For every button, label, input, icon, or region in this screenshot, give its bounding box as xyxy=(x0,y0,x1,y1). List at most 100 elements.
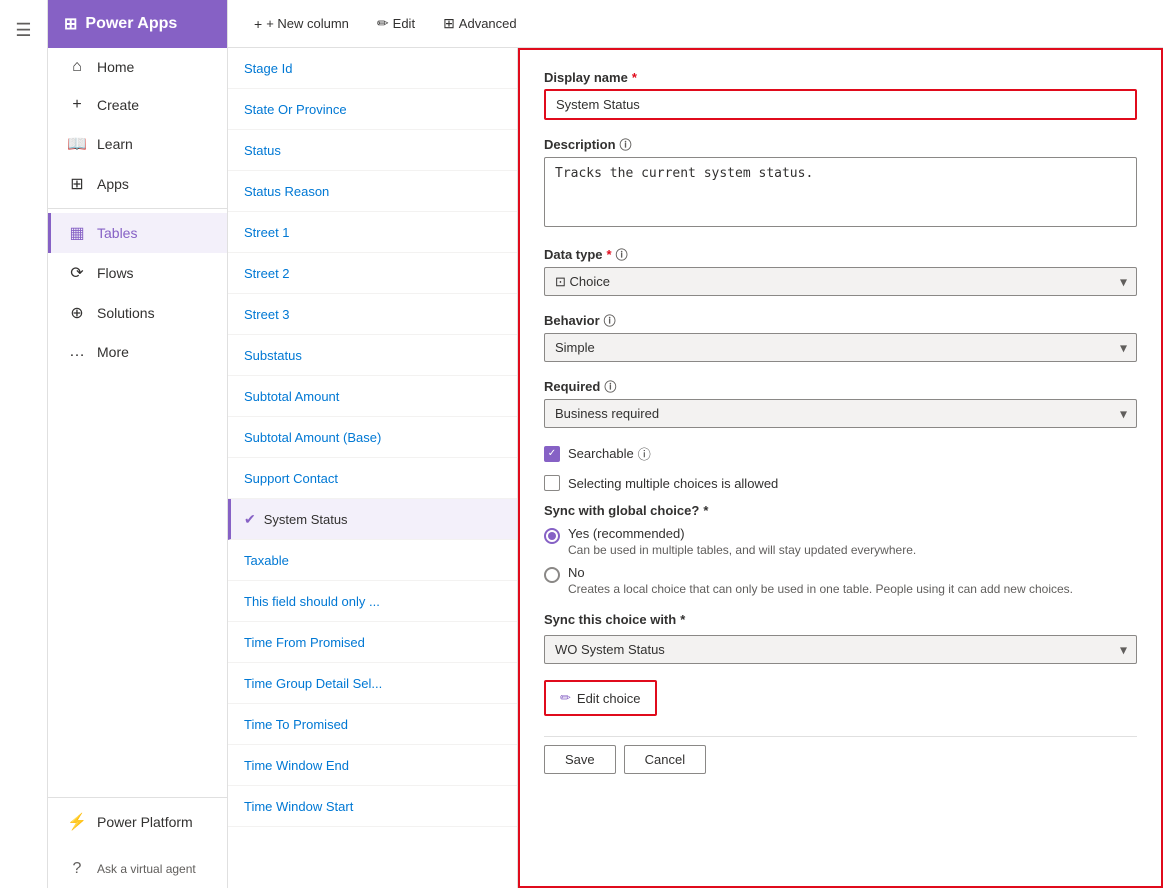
required-select[interactable]: Business required Optional Business reco… xyxy=(544,399,1137,428)
table-row[interactable]: Status Reason ⋮ xyxy=(228,171,517,212)
app-title-bar: ⊞ Power Apps xyxy=(48,0,227,48)
no-radio-content: No Creates a local choice that can only … xyxy=(568,565,1073,596)
multiple-choices-row: Selecting multiple choices is allowed xyxy=(544,475,1137,491)
pencil-icon: ✏ xyxy=(560,690,571,706)
apps-icon: ⊞ xyxy=(67,174,87,194)
table-row[interactable]: Time To Promised ⋮ xyxy=(228,704,517,745)
sidebar-item-label-apps: Apps xyxy=(97,176,129,192)
sidebar-item-flows[interactable]: ⟳ Flows xyxy=(48,253,227,293)
table-row[interactable]: Time From Promised ⋮ xyxy=(228,622,517,663)
behavior-select-wrapper: Simple ▾ xyxy=(544,333,1137,362)
data-type-info-icon: ⓘ xyxy=(616,246,628,263)
required-group: Required ⓘ Business required Optional Bu… xyxy=(544,378,1137,428)
form-footer: Save Cancel xyxy=(544,736,1137,774)
table-row[interactable]: Street 3 ⋮ xyxy=(228,294,517,335)
new-column-button[interactable]: + + New column xyxy=(244,10,359,38)
table-row[interactable]: Street 1 ⋮ xyxy=(228,212,517,253)
sidebar-item-apps[interactable]: ⊞ Apps xyxy=(48,164,227,204)
table-row[interactable]: Taxable ⋮ xyxy=(228,540,517,581)
sync-choice-select-wrapper: WO System Status ▾ xyxy=(544,635,1137,664)
advanced-button[interactable]: ⊞ Advanced xyxy=(433,9,527,38)
yes-radio-row: Yes (recommended) Can be used in multipl… xyxy=(544,526,1137,557)
cancel-button[interactable]: Cancel xyxy=(624,745,706,774)
sidebar-item-label-home: Home xyxy=(97,59,134,75)
table-row[interactable]: State Or Province ⋮ xyxy=(228,89,517,130)
check-circle-icon: ✔ xyxy=(244,511,256,528)
right-panel: Display name * Description ⓘ Tracks the … xyxy=(518,48,1163,888)
hamburger-menu[interactable]: ☰ xyxy=(4,10,44,50)
required-label: Required ⓘ xyxy=(544,378,1137,395)
flows-icon: ⟳ xyxy=(67,263,87,283)
sidebar-item-learn[interactable]: 📖 Learn xyxy=(48,124,227,164)
searchable-checkbox[interactable]: ✓ xyxy=(544,446,560,462)
sidebar-item-power-platform[interactable]: ⚡ Power Platform xyxy=(48,802,227,842)
edit-button[interactable]: ✏ Edit xyxy=(367,9,425,38)
required-star: * xyxy=(607,247,612,262)
sidebar-item-label-flows: Flows xyxy=(97,265,134,281)
table-row[interactable]: Time Window End ⋮ xyxy=(228,745,517,786)
solutions-icon: ⊕ xyxy=(67,303,87,323)
edit-label: Edit xyxy=(393,16,415,31)
table-row[interactable]: Support Contact ⋮ xyxy=(228,458,517,499)
no-radio-button[interactable] xyxy=(544,567,560,583)
data-type-select-wrapper: ⊡ Choice ▾ xyxy=(544,267,1137,296)
sidebar-item-solutions[interactable]: ⊕ Solutions xyxy=(48,293,227,333)
sidebar-item-tables[interactable]: ▦ Tables xyxy=(48,213,227,253)
content-split: Stage Id ⋮ State Or Province ⋮ Status ⋮ … xyxy=(228,48,1163,888)
behavior-select[interactable]: Simple xyxy=(544,333,1137,362)
sync-global-title: Sync with global choice? * xyxy=(544,503,1137,518)
power-platform-icon: ⚡ xyxy=(67,812,87,832)
table-row-system-status[interactable]: ✔ System Status ⋮ xyxy=(228,499,517,540)
learn-icon: 📖 xyxy=(67,134,87,154)
table-row[interactable]: Time Group Detail Sel... ⋮ xyxy=(228,663,517,704)
required-select-wrapper: Business required Optional Business reco… xyxy=(544,399,1137,428)
description-textarea[interactable]: Tracks the current system status. xyxy=(544,157,1137,227)
sync-choice-select[interactable]: WO System Status xyxy=(544,635,1137,664)
required-star: * xyxy=(703,503,708,518)
sidebar-item-label-power-platform: Power Platform xyxy=(97,814,193,830)
display-name-label: Display name * xyxy=(544,70,1137,85)
sidebar-item-label-tables: Tables xyxy=(97,225,137,241)
nav-panel: ⊞ Power Apps ⌂ Home + Create 📖 Learn ⊞ A… xyxy=(48,0,228,888)
searchable-row: ✓ Searchable ⓘ xyxy=(544,444,1137,463)
table-list: Stage Id ⋮ State Or Province ⋮ Status ⋮ … xyxy=(228,48,518,888)
advanced-label: Advanced xyxy=(459,16,517,31)
table-row[interactable]: Subtotal Amount (Base) ⋮ xyxy=(228,417,517,458)
edit-choice-button[interactable]: ✏ Edit choice xyxy=(544,680,657,716)
save-button[interactable]: Save xyxy=(544,745,616,774)
yes-desc: Can be used in multiple tables, and will… xyxy=(568,543,916,557)
app-title: Power Apps xyxy=(85,15,177,33)
multiple-choices-checkbox[interactable] xyxy=(544,475,560,491)
table-row[interactable]: Subtotal Amount ⋮ xyxy=(228,376,517,417)
new-column-label: + New column xyxy=(266,16,349,31)
data-type-select[interactable]: ⊡ Choice xyxy=(544,267,1137,296)
nav-divider-bottom xyxy=(48,797,227,798)
table-row[interactable]: Stage Id ⋮ xyxy=(228,48,517,89)
display-name-input[interactable] xyxy=(544,89,1137,120)
sidebar-item-label-more: More xyxy=(97,344,129,360)
create-icon: + xyxy=(67,96,87,114)
ask-agent-label: Ask a virtual agent xyxy=(97,862,196,876)
tables-icon: ▦ xyxy=(67,223,87,243)
required-info-icon: ⓘ xyxy=(604,378,616,395)
main-area: + + New column ✏ Edit ⊞ Advanced Stage I… xyxy=(228,0,1163,888)
no-radio-row: No Creates a local choice that can only … xyxy=(544,565,1137,596)
table-row[interactable]: This field should only ... ⋮ xyxy=(228,581,517,622)
sidebar-item-label-create: Create xyxy=(97,97,139,113)
table-row[interactable]: Street 2 ⋮ xyxy=(228,253,517,294)
table-row[interactable]: Status ⋮ xyxy=(228,130,517,171)
home-icon: ⌂ xyxy=(67,58,87,76)
no-desc: Creates a local choice that can only be … xyxy=(568,582,1073,596)
sidebar-item-home[interactable]: ⌂ Home xyxy=(48,48,227,86)
sidebar-item-ask-agent[interactable]: ? Ask a virtual agent xyxy=(48,850,227,888)
table-row[interactable]: Time Window Start ⋮ xyxy=(228,786,517,827)
sidebar-item-label-solutions: Solutions xyxy=(97,305,155,321)
sidebar-item-more[interactable]: … More xyxy=(48,333,227,371)
data-type-group: Data type * ⓘ ⊡ Choice ▾ xyxy=(544,246,1137,296)
sidebar-item-create[interactable]: + Create xyxy=(48,86,227,124)
sync-global-group: Sync with global choice? * Yes (recommen… xyxy=(544,503,1137,596)
yes-radio-button[interactable] xyxy=(544,528,560,544)
table-row[interactable]: Substatus ⋮ xyxy=(228,335,517,376)
description-info-icon: ⓘ xyxy=(620,136,632,153)
multiple-choices-label: Selecting multiple choices is allowed xyxy=(568,476,778,491)
